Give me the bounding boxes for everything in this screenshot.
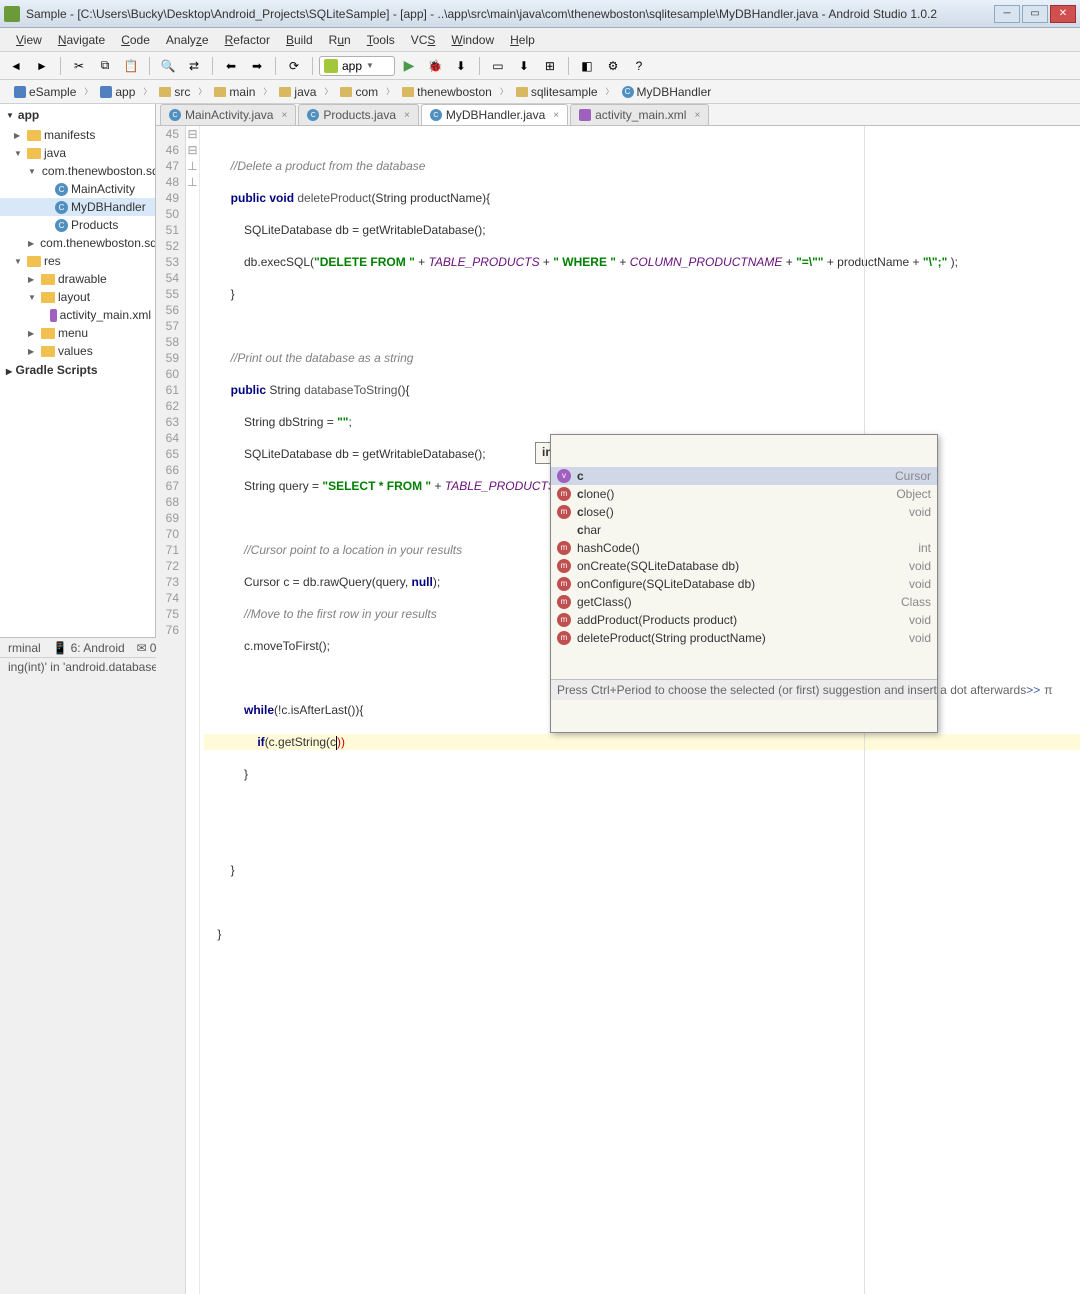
- tree-item-values[interactable]: ▶values: [0, 342, 155, 360]
- forward-nav-button[interactable]: ➡: [245, 55, 269, 77]
- attach-button[interactable]: ⬇: [449, 55, 473, 77]
- copy-button[interactable]: ⧉: [93, 55, 117, 77]
- paste-button[interactable]: 📋: [119, 55, 143, 77]
- menubar: View Navigate Code Analyze Refactor Buil…: [0, 28, 1080, 52]
- tree-item-products[interactable]: CProducts: [0, 216, 155, 234]
- tree-item-drawable[interactable]: ▶drawable: [0, 270, 155, 288]
- autocomplete-item[interactable]: mclone()Object: [551, 485, 937, 503]
- tree-item-res[interactable]: ▼res: [0, 252, 155, 270]
- ddms-button[interactable]: ⊞: [538, 55, 562, 77]
- menu-help[interactable]: Help: [502, 31, 543, 49]
- sdk-button[interactable]: ⬇: [512, 55, 536, 77]
- tab-mainactivity-java[interactable]: CMainActivity.java×: [160, 104, 296, 125]
- menu-refactor[interactable]: Refactor: [217, 31, 278, 49]
- close-button[interactable]: ✕: [1050, 5, 1076, 23]
- app-icon: [4, 6, 20, 22]
- code-editor[interactable]: 4546474849505152535455565758596061626364…: [156, 126, 1080, 1294]
- crumb-app[interactable]: app: [94, 83, 141, 101]
- menu-vcs[interactable]: VCS: [403, 31, 444, 49]
- cut-button[interactable]: ✂: [67, 55, 91, 77]
- autocomplete-item[interactable]: mdeleteProduct(String productName)void: [551, 629, 937, 647]
- close-icon[interactable]: ×: [404, 110, 410, 121]
- autocomplete-item[interactable]: monCreate(SQLiteDatabase db)void: [551, 557, 937, 575]
- autocomplete-item[interactable]: mgetClass()Class: [551, 593, 937, 611]
- autocomplete-item[interactable]: maddProduct(Products product)void: [551, 611, 937, 629]
- tree-item-activity-main-xml[interactable]: activity_main.xml: [0, 306, 155, 324]
- breadcrumb: eSample〉 app〉 src〉 main〉 java〉 com〉 then…: [0, 80, 1080, 104]
- tree-item-com-thenewboston-sqli[interactable]: ▶com.thenewboston.sqli: [0, 234, 155, 252]
- close-icon[interactable]: ×: [553, 110, 559, 121]
- editor-tabs: CMainActivity.java×CProducts.java×CMyDBH…: [156, 104, 1080, 126]
- android-tab[interactable]: 📱 6: Android: [53, 641, 125, 655]
- terminal-tab[interactable]: rminal: [8, 641, 41, 655]
- back-nav-button[interactable]: ⬅: [219, 55, 243, 77]
- autocomplete-popup[interactable]: vcCursormclone()Objectmclose()voidcharmh…: [550, 434, 938, 733]
- crumb-class[interactable]: CMyDBHandler: [616, 83, 718, 101]
- debug-button[interactable]: 🐞: [423, 55, 447, 77]
- menu-code[interactable]: Code: [113, 31, 158, 49]
- crumb-main[interactable]: main: [208, 83, 261, 101]
- window-titlebar: Sample - [C:\Users\Bucky\Desktop\Android…: [0, 0, 1080, 28]
- tab-products-java[interactable]: CProducts.java×: [298, 104, 419, 125]
- menu-analyze[interactable]: Analyze: [158, 31, 217, 49]
- autocomplete-more-link[interactable]: >>: [1026, 682, 1040, 698]
- avd-button[interactable]: ▭: [486, 55, 510, 77]
- autocomplete-hint: Press Ctrl+Period to choose the selected…: [551, 679, 937, 700]
- tree-item-mydbhandler[interactable]: CMyDBHandler: [0, 198, 155, 216]
- crumb-thenewboston[interactable]: thenewboston: [396, 83, 498, 101]
- menu-build[interactable]: Build: [278, 31, 321, 49]
- autocomplete-item[interactable]: char: [551, 521, 937, 539]
- gradle-scripts[interactable]: ▶ Gradle Scripts: [0, 360, 155, 380]
- tree-item-com-thenewboston-sqli[interactable]: ▼com.thenewboston.sqli: [0, 162, 155, 180]
- tab-mydbhandler-java[interactable]: CMyDBHandler.java×: [421, 104, 568, 125]
- autocomplete-item[interactable]: mclose()void: [551, 503, 937, 521]
- tree-item-mainactivity[interactable]: CMainActivity: [0, 180, 155, 198]
- crumb-com[interactable]: com: [334, 83, 384, 101]
- crumb-src[interactable]: src: [153, 83, 196, 101]
- fold-gutter[interactable]: ⊟⊟⊥⊥: [186, 126, 200, 1294]
- menu-tools[interactable]: Tools: [359, 31, 403, 49]
- menu-run[interactable]: Run: [321, 31, 359, 49]
- line-gutter: 4546474849505152535455565758596061626364…: [156, 126, 186, 1294]
- replace-button[interactable]: ⇄: [182, 55, 206, 77]
- window-title: Sample - [C:\Users\Bucky\Desktop\Android…: [26, 7, 994, 21]
- minimize-button[interactable]: ─: [994, 5, 1020, 23]
- android-icon: [324, 59, 338, 73]
- tab-activity-main-xml[interactable]: activity_main.xml×: [570, 104, 709, 125]
- settings-button[interactable]: ⚙: [601, 55, 625, 77]
- crumb-project[interactable]: eSample: [8, 83, 82, 101]
- run-button[interactable]: ▶: [397, 55, 421, 77]
- crumb-sqlitesample[interactable]: sqlitesample: [510, 83, 604, 101]
- code-area[interactable]: //Delete a product from the database pub…: [200, 126, 1080, 1294]
- structure-button[interactable]: ◧: [575, 55, 599, 77]
- toolbar-back-button[interactable]: ◄: [4, 55, 28, 77]
- run-config-label: app: [342, 59, 362, 73]
- autocomplete-item[interactable]: vcCursor: [551, 467, 937, 485]
- run-config-select[interactable]: app ▼: [319, 56, 395, 76]
- find-button[interactable]: 🔍: [156, 55, 180, 77]
- close-icon[interactable]: ×: [694, 110, 700, 121]
- maximize-button[interactable]: ▭: [1022, 5, 1048, 23]
- tree-header[interactable]: ▼ app: [0, 104, 155, 126]
- tree-item-menu[interactable]: ▶menu: [0, 324, 155, 342]
- menu-navigate[interactable]: Navigate: [50, 31, 113, 49]
- autocomplete-item[interactable]: mhashCode()int: [551, 539, 937, 557]
- tree-item-manifests[interactable]: ▶manifests: [0, 126, 155, 144]
- project-tree[interactable]: ▼ app ▶manifests▼java▼com.thenewboston.s…: [0, 104, 156, 637]
- tree-item-java[interactable]: ▼java: [0, 144, 155, 162]
- toolbar-forward-button[interactable]: ►: [30, 55, 54, 77]
- menu-window[interactable]: Window: [443, 31, 502, 49]
- close-icon[interactable]: ×: [281, 110, 287, 121]
- sync-button[interactable]: ⟳: [282, 55, 306, 77]
- toolbar: ◄ ► ✂ ⧉ 📋 🔍 ⇄ ⬅ ➡ ⟳ app ▼ ▶ 🐞 ⬇ ▭ ⬇ ⊞ ◧ …: [0, 52, 1080, 80]
- help-button[interactable]: ?: [627, 55, 651, 77]
- menu-view[interactable]: View: [8, 31, 50, 49]
- tree-item-layout[interactable]: ▼layout: [0, 288, 155, 306]
- crumb-java[interactable]: java: [273, 83, 322, 101]
- autocomplete-item[interactable]: monConfigure(SQLiteDatabase db)void: [551, 575, 937, 593]
